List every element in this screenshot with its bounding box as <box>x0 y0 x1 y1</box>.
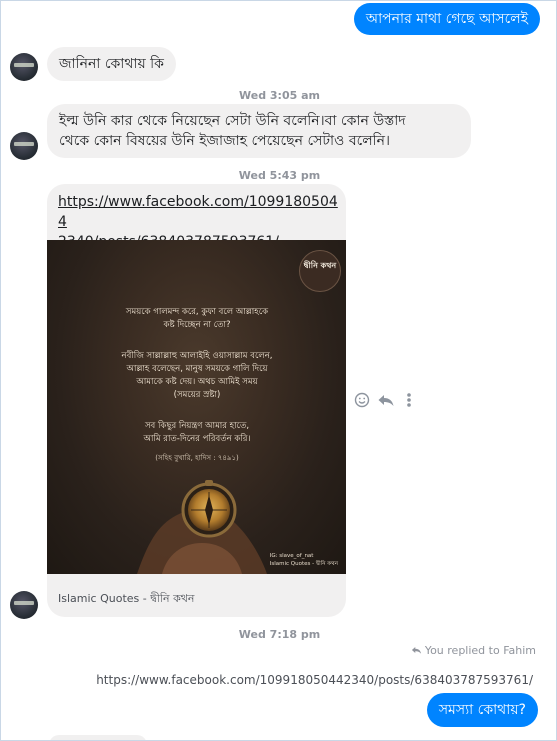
outgoing-message[interactable]: আপনার মাথা গেছে আসলেই <box>353 3 540 35</box>
avatar[interactable] <box>10 132 38 160</box>
message-line: ইল্ম উনি কার থেকে নিয়েছেন সেটা উনি বলেন… <box>59 113 406 129</box>
message-line: থেকে কোন বিষয়ের উনি ইজাজাহ পেয়েছেন সেট… <box>59 133 391 149</box>
reply-arrow-icon <box>411 646 421 654</box>
quote-line: সব কিছুর নিয়ন্ত্রণ আমার হাতে, <box>144 421 250 431</box>
quote-text: নবীজি সাল্লাল্লাহু আলাইহি ওয়াসাল্লাম বল… <box>47 350 346 402</box>
message-text: জানিনা কোথায় কি <box>59 56 164 72</box>
reply-note: You replied to Fahim <box>411 644 536 657</box>
quoted-link-text[interactable]: https://www.facebook.com/109918050442340… <box>96 673 533 687</box>
reply-note-text: You replied to Fahim <box>424 644 536 657</box>
message-actions <box>354 391 418 411</box>
quote-line: নবীজি সাল্লাল্লাহু আলাইহি ওয়াসাল্লাম বল… <box>121 351 273 361</box>
chat-thread: আপনার মাথা গেছে আসলেই জানিনা কোথায় কি W… <box>0 0 557 741</box>
post-image[interactable]: দ্বীনি কথন সময়কে গালমন্দ করে, কুফা বলে … <box>47 240 346 574</box>
image-credit: IG: slave_of_nat Islamic Quotes - দ্বীনি… <box>270 552 338 568</box>
avatar[interactable] <box>10 591 38 619</box>
link-line[interactable]: https://www.facebook.com/10991805044 <box>58 192 340 232</box>
logo-text: দ্বীনি কথন <box>303 261 337 270</box>
post-caption[interactable]: Islamic Quotes - দ্বীনি কথন <box>58 590 195 609</box>
reply-arrow-icon[interactable] <box>377 392 395 408</box>
emoji-smile-icon[interactable] <box>354 392 370 408</box>
quote-text: সব কিছুর নিয়ন্ত্রণ আমার হাতে, আমি রাত-দ… <box>47 420 346 446</box>
quote-line: সময়কে গালমন্দ করে, কুফা বলে আল্লাহকে <box>125 307 269 317</box>
compass-illustration <box>137 480 267 574</box>
quote-line: আমি রাত-দিনের পরিবর্তন করি। <box>143 434 251 444</box>
avatar[interactable] <box>10 53 38 81</box>
quoted-message[interactable]: https://www.facebook.com/109918050442340… <box>86 667 533 693</box>
shared-post-card[interactable]: https://www.facebook.com/10991805044 234… <box>47 184 346 617</box>
page-logo: দ্বীনি কথন <box>299 250 341 292</box>
incoming-message[interactable]: জানিনা কোথায় কি <box>47 47 176 81</box>
incoming-message[interactable]: ইল্ম উনি কার থেকে নিয়েছেন সেটা উনি বলেন… <box>47 104 471 158</box>
timestamp: Wed 3:05 am <box>239 89 320 102</box>
outgoing-message[interactable]: সমস্যা কোথায়? <box>426 693 538 727</box>
quote-line: (সময়ের স্রষ্টা) <box>173 390 221 400</box>
quote-line: কষ্ট দিচ্ছেন না তো? <box>163 320 231 330</box>
partial-message[interactable] <box>49 735 147 740</box>
credit-line: Islamic Quotes - দ্বীনি কথন <box>269 561 338 567</box>
timestamp: Wed 7:18 pm <box>238 628 321 641</box>
more-vertical-icon[interactable] <box>406 392 412 408</box>
credit-line: IG: slave_of_nat <box>269 553 314 559</box>
timestamp: Wed 5:43 pm <box>238 169 321 182</box>
quote-line: আল্লাহ বলেছেন, মানুষ সময়কে গালি দিয়ে <box>126 364 268 374</box>
quote-text: সময়কে গালমন্দ করে, কুফা বলে আল্লাহকে কষ… <box>47 306 346 332</box>
message-text: সমস্যা কোথায়? <box>438 702 526 718</box>
quote-source: (সহিহ বুখারি, হাদিস : ৭৪৯১) <box>155 454 239 462</box>
message-text: আপনার মাথা গেছে আসলেই <box>365 11 528 27</box>
quote-line: আমাকে কষ্ট দেয়। অথচ আমিই সময় <box>136 377 258 387</box>
